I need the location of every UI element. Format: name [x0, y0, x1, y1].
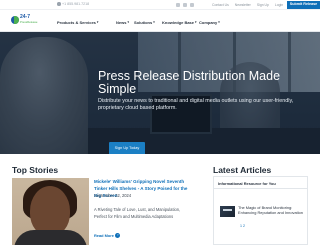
facebook-icon[interactable]	[176, 2, 180, 7]
article-title-link[interactable]: The Magic of Brand Monitoring: Enhancing…	[238, 205, 306, 215]
hero-title: Press Release Distribution Made Simple	[98, 69, 281, 96]
article-thumbnail[interactable]	[220, 206, 235, 217]
chevron-down-icon: ▾	[153, 20, 155, 24]
nav-news-label: News	[116, 19, 127, 25]
phone-icon	[57, 2, 61, 6]
logo-tagline: PressRelease	[20, 19, 38, 24]
nav-company[interactable]: Company ▾	[199, 20, 220, 25]
chevron-down-icon: ▾	[195, 20, 197, 24]
nav-solutions-label: Solutions	[134, 19, 153, 25]
chevron-down-icon: ▾	[127, 20, 129, 24]
informational-resource-label: Informational Resource for You	[214, 177, 307, 189]
story-image[interactable]	[12, 178, 89, 245]
arrow-right-icon: ›	[115, 233, 121, 238]
logo-mark-icon	[11, 16, 19, 24]
nav-knowledge-base[interactable]: Knowledge Base ▾	[162, 20, 197, 25]
social-links	[176, 2, 194, 7]
nav-products-services-label: Products & Services	[57, 19, 96, 25]
utility-links: Contact Us Newsletter Sign Up Login	[212, 3, 283, 7]
chevron-down-icon: ▾	[96, 20, 99, 24]
nav-products-services[interactable]: Products & Services ▾	[57, 20, 98, 25]
contact-us-link[interactable]: Contact Us	[212, 3, 229, 7]
phone-contact[interactable]: +1 855.981.7218	[57, 2, 89, 6]
nav-company-label: Company	[199, 19, 218, 25]
utility-bar: +1 855.981.7218 Contact Us Newsletter Si…	[0, 0, 320, 10]
nav-news[interactable]: News ▾	[116, 20, 129, 25]
sign-up-link[interactable]: Sign Up	[257, 3, 269, 7]
login-link[interactable]: Login	[275, 3, 283, 7]
read-more-link[interactable]: Read More ›	[94, 233, 121, 238]
linkedin-icon[interactable]	[190, 2, 194, 7]
chevron-down-icon: ▾	[218, 20, 220, 24]
hero-subtitle: Distribute your news to traditional and …	[98, 98, 294, 111]
phone-number: +1 855.981.7218	[62, 2, 90, 6]
main-nav	[0, 10, 320, 32]
submit-release-button[interactable]: Submit Release	[287, 1, 320, 9]
articles-pagination[interactable]: 1 2	[240, 224, 245, 228]
latest-articles-panel: Informational Resource for You The Magic…	[213, 176, 308, 245]
top-stories-heading: Top Stories	[12, 165, 59, 175]
story-summary: A Riveting Tale of Love, Lust, and Manip…	[94, 207, 181, 219]
hero-banner: Press Release Distribution Made Simple D…	[0, 32, 320, 154]
story-date: September 22, 2024	[94, 193, 132, 198]
newsletter-link[interactable]: Newsletter	[235, 3, 251, 7]
read-more-label: Read More	[94, 233, 114, 238]
latest-articles-heading: Latest Articles	[213, 165, 272, 175]
nav-knowledge-base-label: Knowledge Base	[162, 19, 195, 25]
site-logo[interactable]: 24-7 PressRelease	[11, 13, 37, 27]
nav-solutions[interactable]: Solutions ▾	[134, 20, 155, 25]
twitter-icon[interactable]	[183, 2, 187, 7]
sign-up-today-button[interactable]: Sign Up Today	[109, 142, 145, 154]
